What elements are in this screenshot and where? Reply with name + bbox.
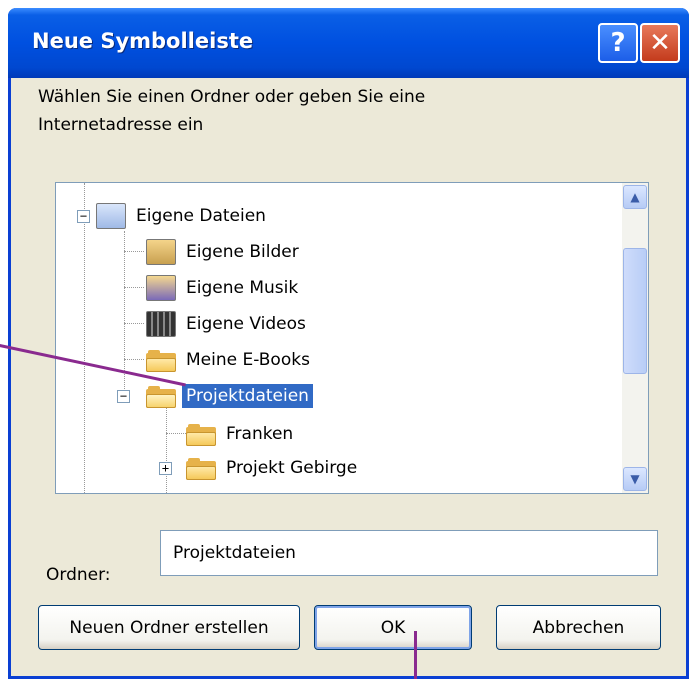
instruction-text: Wählen Sie einen Ordner oder geben Sie e…: [38, 83, 425, 139]
cancel-button[interactable]: Abbrechen: [496, 605, 661, 650]
help-button[interactable]: ?: [598, 23, 638, 63]
collapse-eigene-dateien[interactable]: −: [77, 210, 90, 223]
scroll-down-button[interactable]: ▼: [623, 467, 647, 491]
scroll-thumb[interactable]: [623, 248, 647, 374]
scroll-up-button[interactable]: ▲: [623, 185, 647, 209]
tree-scrollbar[interactable]: ▲ ▼: [622, 183, 648, 493]
tree-item-label: Eigene Bilder: [186, 242, 299, 262]
my-music-icon: [146, 275, 176, 301]
folder-tree[interactable]: − Eigene Dateien Eigene Bilder Eigene Mu…: [55, 182, 649, 494]
dialog-title: Neue Symbolleiste: [32, 29, 254, 53]
my-documents-icon: [96, 203, 126, 229]
open-folder-icon: [146, 384, 176, 408]
tree-item-franken[interactable]: Franken: [186, 420, 297, 448]
folder-icon: [186, 456, 216, 480]
callout-line-ok: [414, 631, 417, 679]
tree-item-label: Projekt Gebirge: [226, 458, 358, 478]
instruction-line-1: Wählen Sie einen Ordner oder geben Sie e…: [38, 87, 426, 107]
new-folder-button[interactable]: Neuen Ordner erstellen: [38, 605, 300, 650]
instruction-line-2: Internetadresse ein: [38, 115, 204, 135]
tree-item-eigene-dateien[interactable]: Eigene Dateien: [96, 202, 270, 230]
tree-item-label: Eigene Videos: [186, 314, 306, 334]
tree-item-projekt-gebirge[interactable]: Projekt Gebirge: [186, 454, 361, 482]
tree-item-label: Franken: [226, 424, 294, 444]
folder-field-label: Ordner:: [46, 565, 111, 585]
tree-item-label: Eigene Dateien: [136, 206, 266, 226]
close-button[interactable]: ✕: [640, 23, 680, 63]
tree-item-label: Meine E-Books: [186, 350, 310, 370]
folder-icon: [146, 348, 176, 372]
title-bar[interactable]: Neue Symbolleiste ? ✕: [8, 8, 689, 78]
tree-item-eigene-videos[interactable]: Eigene Videos: [146, 310, 310, 338]
ok-button[interactable]: OK: [314, 605, 472, 650]
collapse-projektdateien[interactable]: −: [117, 390, 130, 403]
tree-item-eigene-musik[interactable]: Eigene Musik: [146, 274, 302, 302]
expand-projekt-gebirge[interactable]: +: [159, 462, 172, 475]
tree-item-label: Eigene Musik: [186, 278, 299, 298]
tree-item-eigene-bilder[interactable]: Eigene Bilder: [146, 238, 303, 266]
tree-item-projektdateien[interactable]: Projektdateien: [146, 382, 313, 410]
folder-icon: [186, 422, 216, 446]
tree-item-label: Projektdateien: [182, 384, 313, 408]
my-videos-icon: [146, 311, 176, 337]
tree-item-meine-e-books[interactable]: Meine E-Books: [146, 346, 314, 374]
my-pictures-icon: [146, 239, 176, 265]
folder-input[interactable]: [160, 530, 658, 576]
